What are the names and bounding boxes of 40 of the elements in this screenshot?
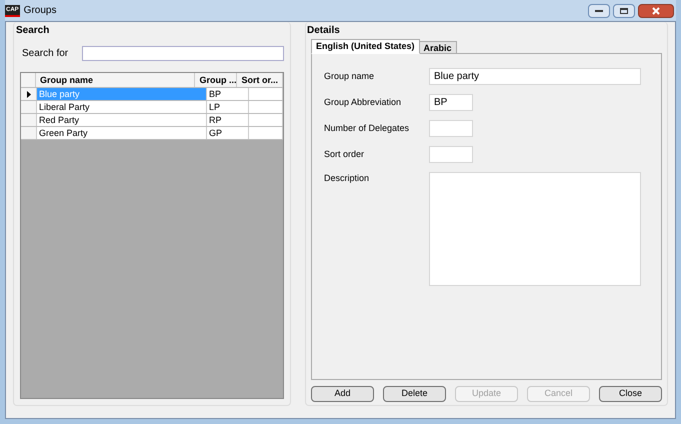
field-label: Group Abbreviation: [324, 96, 402, 109]
text-field[interactable]: [429, 120, 473, 137]
row-pointer-icon: [26, 90, 30, 98]
table-cell: Liberal Party: [37, 101, 207, 113]
close-button[interactable]: [638, 4, 674, 18]
action-button[interactable]: Close: [599, 386, 662, 402]
column-header[interactable]: Group name: [36, 73, 196, 87]
text-field[interactable]: Blue party: [429, 68, 641, 85]
column-header[interactable]: Group ...: [195, 73, 238, 87]
table-row[interactable]: Red Party RP: [21, 114, 283, 127]
section-title: Search: [16, 24, 50, 38]
table-cell: BP: [207, 88, 249, 100]
table-cell: Green Party: [37, 127, 207, 139]
search-field[interactable]: [82, 46, 284, 61]
action-button[interactable]: Add: [311, 386, 374, 402]
table-row[interactable]: Liberal Party LP: [21, 101, 283, 114]
table-cell: Red Party: [37, 114, 207, 126]
field-label: Sort order: [324, 148, 366, 161]
action-button[interactable]: Delete: [383, 386, 446, 402]
section-title: Details: [307, 24, 341, 38]
text-field[interactable]: BP: [429, 94, 473, 111]
close-icon: [652, 6, 660, 14]
table-row[interactable]: Green Party GP: [21, 127, 283, 140]
field-label: Search for: [21, 47, 70, 61]
table-cell: LP: [207, 101, 249, 113]
tab[interactable]: English (United States): [311, 39, 420, 54]
tab[interactable]: Arabic: [420, 41, 457, 54]
minimize-button[interactable]: [588, 4, 610, 18]
column-header[interactable]: Sort or...: [237, 73, 283, 87]
table-cell: RP: [207, 114, 249, 126]
field-label: Description: [324, 172, 370, 185]
text-field[interactable]: [429, 146, 473, 163]
table-row[interactable]: Blue party BP: [21, 88, 283, 101]
table-cell: Blue party: [37, 88, 207, 100]
field-label: Number of Delegates: [324, 122, 410, 135]
description-field[interactable]: [429, 172, 641, 286]
window-title: Groups: [24, 4, 56, 18]
maximize-button[interactable]: [613, 4, 635, 18]
table-cell: GP: [207, 127, 249, 139]
field-label: Group name: [324, 70, 376, 83]
